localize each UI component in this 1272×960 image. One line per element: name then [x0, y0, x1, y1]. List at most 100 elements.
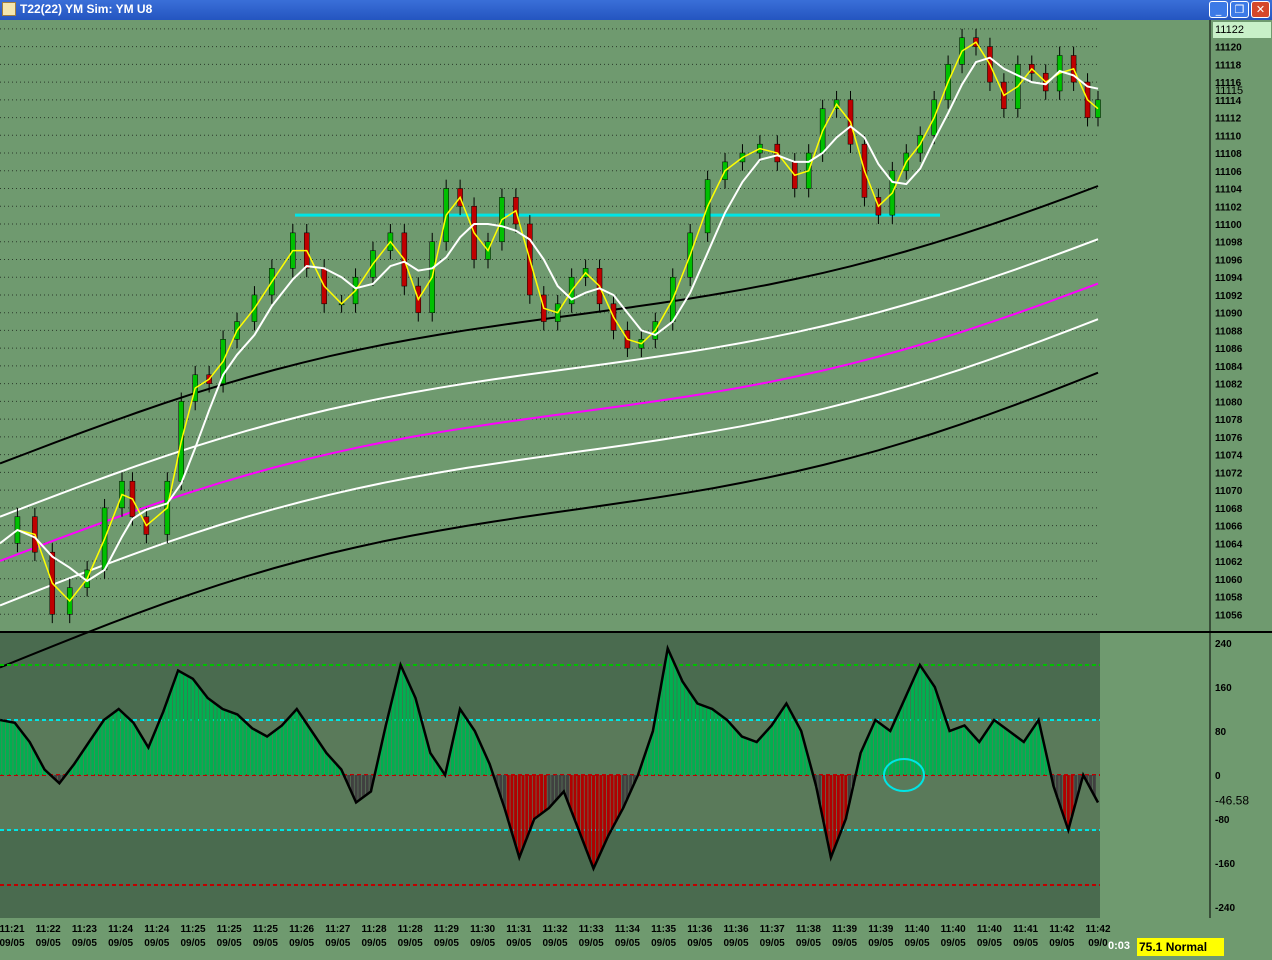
minimize-button[interactable]: _	[1209, 1, 1228, 18]
date-tick-label: 09/05	[180, 938, 205, 949]
histogram-bar	[918, 665, 922, 775]
histogram-bar	[929, 681, 933, 775]
time-tick-label: 11:37	[760, 924, 785, 935]
time-tick-label: 11:23	[72, 924, 97, 935]
histogram-bar	[106, 717, 110, 775]
histogram-bar	[209, 700, 213, 775]
histogram-bar	[699, 704, 703, 775]
histogram-bar	[732, 728, 736, 775]
histogram-bar	[692, 698, 696, 775]
time-tick-label: 11:39	[832, 924, 857, 935]
histogram-bar	[1014, 736, 1018, 775]
price-tick-label: 11104	[1215, 185, 1242, 196]
histogram-bar	[224, 710, 228, 775]
histogram-bar	[269, 733, 273, 775]
time-tick-label: 11:28	[398, 924, 423, 935]
histogram-bar	[176, 670, 180, 775]
histogram-bar	[228, 711, 232, 775]
histogram-bar	[577, 775, 581, 830]
price-tick-label: 11092	[1215, 291, 1243, 302]
time-tick-label: 11:36	[687, 924, 712, 935]
app-icon	[2, 2, 16, 16]
histogram-bar	[829, 775, 833, 858]
price-tick-label: 11110	[1215, 131, 1242, 142]
time-tick-label: 11:27	[325, 924, 350, 935]
histogram-bar	[888, 731, 892, 775]
price-tick-label: 11072	[1215, 468, 1243, 479]
histogram-bar	[1003, 728, 1007, 775]
histogram-bar	[202, 693, 206, 775]
histogram-bar	[836, 775, 840, 839]
histogram-bar	[324, 753, 328, 775]
time-tick-label: 11:42	[1085, 924, 1110, 935]
histogram-bar	[966, 729, 970, 775]
crosshair-price-label: 11115	[1215, 85, 1243, 97]
histogram-bar	[758, 737, 762, 775]
histogram-bar	[736, 732, 740, 775]
price-tick-label: 11076	[1215, 433, 1243, 444]
histogram-bar	[955, 728, 959, 775]
histogram-bar	[83, 747, 87, 775]
histogram-bar	[796, 724, 800, 775]
histogram-bar	[925, 676, 929, 775]
histogram-bar	[603, 775, 607, 844]
restore-button[interactable]: ❐	[1230, 1, 1249, 18]
price-tick-label: 11102	[1215, 202, 1242, 213]
histogram-bar	[395, 680, 399, 775]
histogram-bar	[235, 714, 239, 775]
price-tick-label: 11108	[1215, 149, 1242, 160]
histogram-bar	[914, 673, 918, 775]
histogram-bar	[298, 714, 302, 775]
date-tick-label: 09/05	[361, 938, 386, 949]
histogram-bar	[988, 725, 992, 775]
histogram-bar	[773, 720, 777, 775]
histogram-bar	[313, 736, 317, 775]
histogram-bar	[866, 736, 870, 775]
close-button[interactable]: ✕	[1251, 1, 1270, 18]
histogram-bar	[788, 710, 792, 775]
histogram-bar	[9, 722, 13, 775]
histogram-bar	[936, 698, 940, 775]
histogram-bar	[406, 681, 410, 775]
histogram-bar	[532, 775, 536, 819]
oscillator-current-value: -46.58	[1215, 794, 1249, 808]
histogram-bar	[840, 775, 844, 829]
time-tick-label: 11:31	[506, 924, 531, 935]
histogram-bar	[551, 775, 555, 804]
histogram-bar	[992, 720, 996, 775]
histogram-bar	[28, 742, 32, 775]
time-tick-label: 11:25	[217, 924, 242, 935]
histogram-bar	[243, 721, 247, 775]
histogram-bar	[161, 711, 165, 775]
histogram-bar	[666, 648, 670, 775]
histogram-bar	[239, 717, 243, 775]
price-tick-label: 11078	[1215, 415, 1243, 426]
histogram-bar	[673, 665, 677, 775]
date-tick-label: 09/05	[868, 938, 893, 949]
histogram-bar	[684, 687, 688, 775]
histogram-bar	[688, 692, 692, 775]
price-tick-label: 11064	[1215, 539, 1243, 550]
price-tick-label: 11080	[1215, 397, 1243, 408]
histogram-bar	[191, 678, 195, 775]
date-tick-label: 09/05	[325, 938, 350, 949]
histogram-bar	[258, 732, 262, 775]
time-tick-label: 11:32	[542, 924, 567, 935]
oscillator-tick-label: 80	[1215, 727, 1227, 738]
histogram-bar	[20, 732, 24, 775]
date-tick-label: 09/05	[760, 938, 785, 949]
date-tick-label: 09/05	[1049, 938, 1074, 949]
histogram-bar	[944, 720, 948, 775]
date-tick-label: 09/05	[687, 938, 712, 949]
histogram-bar	[146, 747, 150, 775]
histogram-bar	[410, 689, 414, 775]
chart-canvas[interactable]: 1112211120111181111611114111121111011108…	[0, 20, 1272, 960]
histogram-bar	[877, 722, 881, 775]
price-tick-label: 11086	[1215, 344, 1243, 355]
histogram-bar	[221, 709, 225, 775]
price-tick-label: 11082	[1215, 380, 1243, 391]
histogram-bar	[135, 728, 139, 775]
histogram-bar	[588, 775, 592, 859]
time-tick-label: 11:29	[434, 924, 459, 935]
histogram-bar	[254, 730, 258, 775]
